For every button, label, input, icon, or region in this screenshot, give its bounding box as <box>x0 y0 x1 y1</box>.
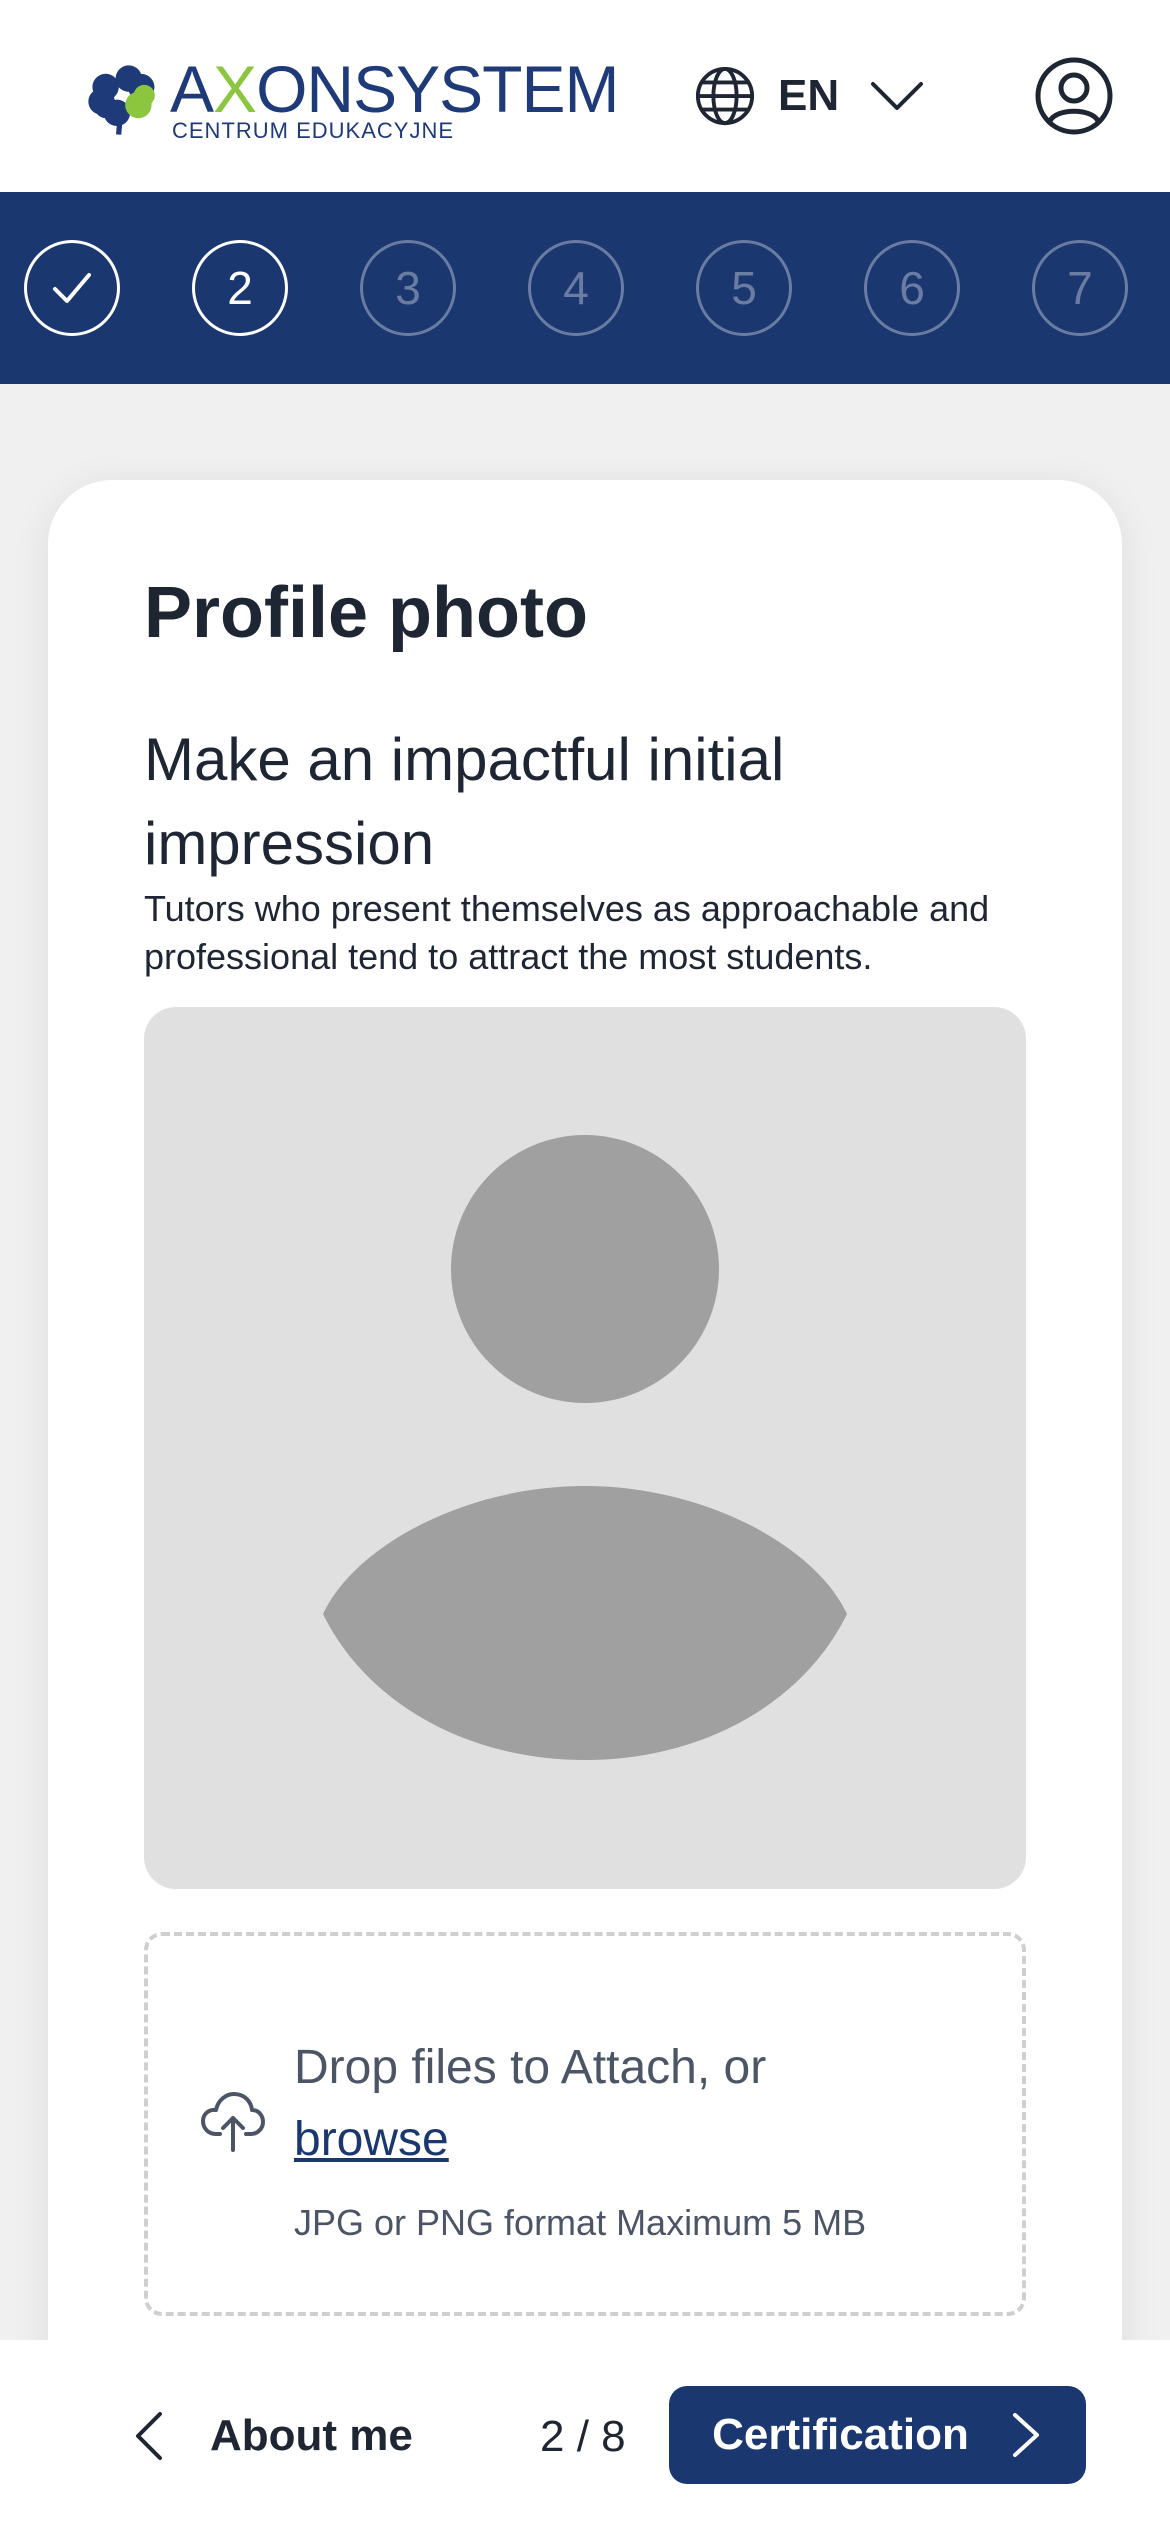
profile-photo-placeholder <box>144 1007 1026 1889</box>
step-6: 6 <box>864 240 960 336</box>
next-button[interactable]: Certification <box>669 2386 1086 2484</box>
language-selector[interactable]: EN <box>694 60 944 132</box>
dropzone-prompt-text: Drop files to Attach, or <box>294 2041 767 2094</box>
profile-photo-card: Profile photo Make an impactful initial … <box>48 480 1122 2380</box>
bottom-navigation: About me 2 / 8 Certification <box>0 2340 1170 2532</box>
section-description: Tutors who present themselves as approac… <box>144 888 990 977</box>
step-5: 5 <box>696 240 792 336</box>
language-code: EN <box>778 71 840 120</box>
brand-wordmark: AXONSYSTEM <box>170 52 619 126</box>
globe-icon <box>695 66 755 126</box>
step-4: 4 <box>528 240 624 336</box>
chevron-right-icon <box>1012 2413 1039 2457</box>
next-button-label: Certification <box>712 2410 969 2459</box>
step-3: 3 <box>360 240 456 336</box>
chevron-down-icon <box>871 82 924 110</box>
chevron-left-icon <box>136 2412 162 2460</box>
page-title: Profile photo <box>144 573 588 653</box>
progress-stepper: 2 3 4 5 6 7 <box>0 192 1170 384</box>
brand-logo[interactable]: AXONSYSTEM CENTRUM EDUKACYJNE <box>78 50 619 150</box>
cloud-upload-icon <box>201 2092 265 2152</box>
step-7: 7 <box>1032 240 1128 336</box>
file-requirements-hint: JPG or PNG format Maximum 5 MB <box>294 2202 867 2243</box>
back-button-label: About me <box>210 2411 413 2460</box>
checkmark-icon <box>53 273 91 303</box>
step-counter: 2 / 8 <box>540 2412 626 2461</box>
brand-subtitle: CENTRUM EDUKACYJNE <box>172 118 455 143</box>
app-header: AXONSYSTEM CENTRUM EDUKACYJNE EN <box>0 0 1170 192</box>
avatar-placeholder-icon <box>323 1135 847 1760</box>
clover-logo-icon <box>88 65 155 135</box>
back-button[interactable]: About me <box>130 2384 450 2488</box>
step-1-completed[interactable] <box>24 240 120 336</box>
dropzone-prompt: Drop files to Attach, or browse <box>294 2032 994 2176</box>
step-2-current[interactable]: 2 <box>192 240 288 336</box>
section-heading: Make an impactful initial impression <box>144 726 785 877</box>
account-icon[interactable] <box>1034 56 1114 136</box>
browse-link[interactable]: browse <box>294 2113 449 2166</box>
file-dropzone[interactable]: Drop files to Attach, or browse JPG or P… <box>144 1932 1026 2316</box>
